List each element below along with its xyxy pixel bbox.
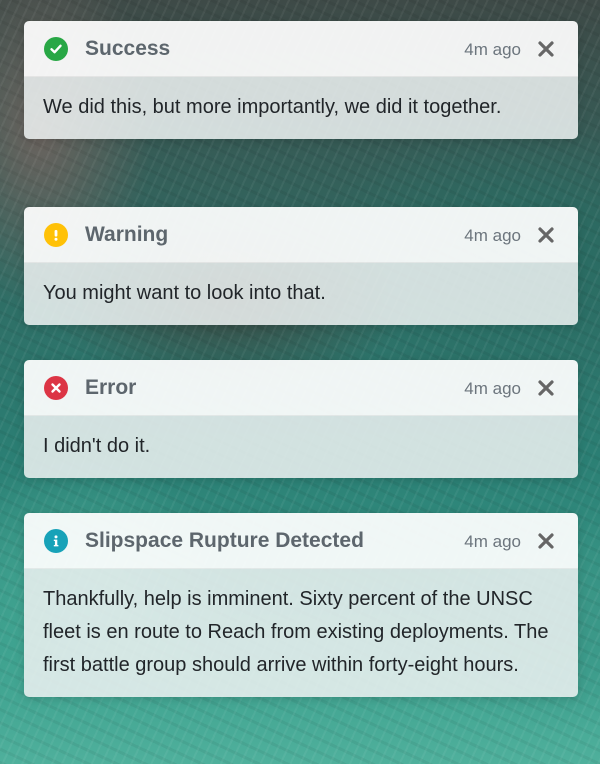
toast-title: Warning [85, 223, 169, 246]
close-icon[interactable] [536, 225, 556, 245]
toast-timestamp: 4m ago [464, 226, 521, 245]
toast-message: Thankfully, help is imminent. Sixty perc… [24, 569, 578, 697]
toast-message: We did this, but more importantly, we di… [24, 77, 578, 139]
toast-message: I didn't do it. [24, 416, 578, 478]
toast-title: Success [85, 37, 171, 60]
close-icon[interactable] [536, 378, 556, 398]
toast-timestamp: 4m ago [464, 379, 521, 398]
toast-info: Slipspace Rupture Detected 4m ago Thankf… [24, 513, 578, 697]
toast-title: Error [85, 376, 137, 399]
toast-header: Warning 4m ago [24, 207, 578, 263]
exclamation-circle-icon [44, 223, 68, 247]
close-icon[interactable] [536, 531, 556, 551]
check-circle-icon [44, 37, 68, 61]
toast-error: Error 4m ago I didn't do it. [24, 360, 578, 478]
toast-header: Error 4m ago [24, 360, 578, 416]
toast-timestamp: 4m ago [464, 532, 521, 551]
toast-timestamp: 4m ago [464, 40, 521, 59]
toast-warning: Warning 4m ago You might want to look in… [24, 207, 578, 325]
close-icon[interactable] [536, 39, 556, 59]
toast-header: Slipspace Rupture Detected 4m ago [24, 513, 578, 569]
toast-title: Slipspace Rupture Detected [85, 529, 364, 552]
info-circle-icon [44, 529, 68, 553]
toast-success: Success 4m ago We did this, but more imp… [24, 21, 578, 139]
x-circle-icon [44, 376, 68, 400]
toast-message: You might want to look into that. [24, 263, 578, 325]
toast-header: Success 4m ago [24, 21, 578, 77]
